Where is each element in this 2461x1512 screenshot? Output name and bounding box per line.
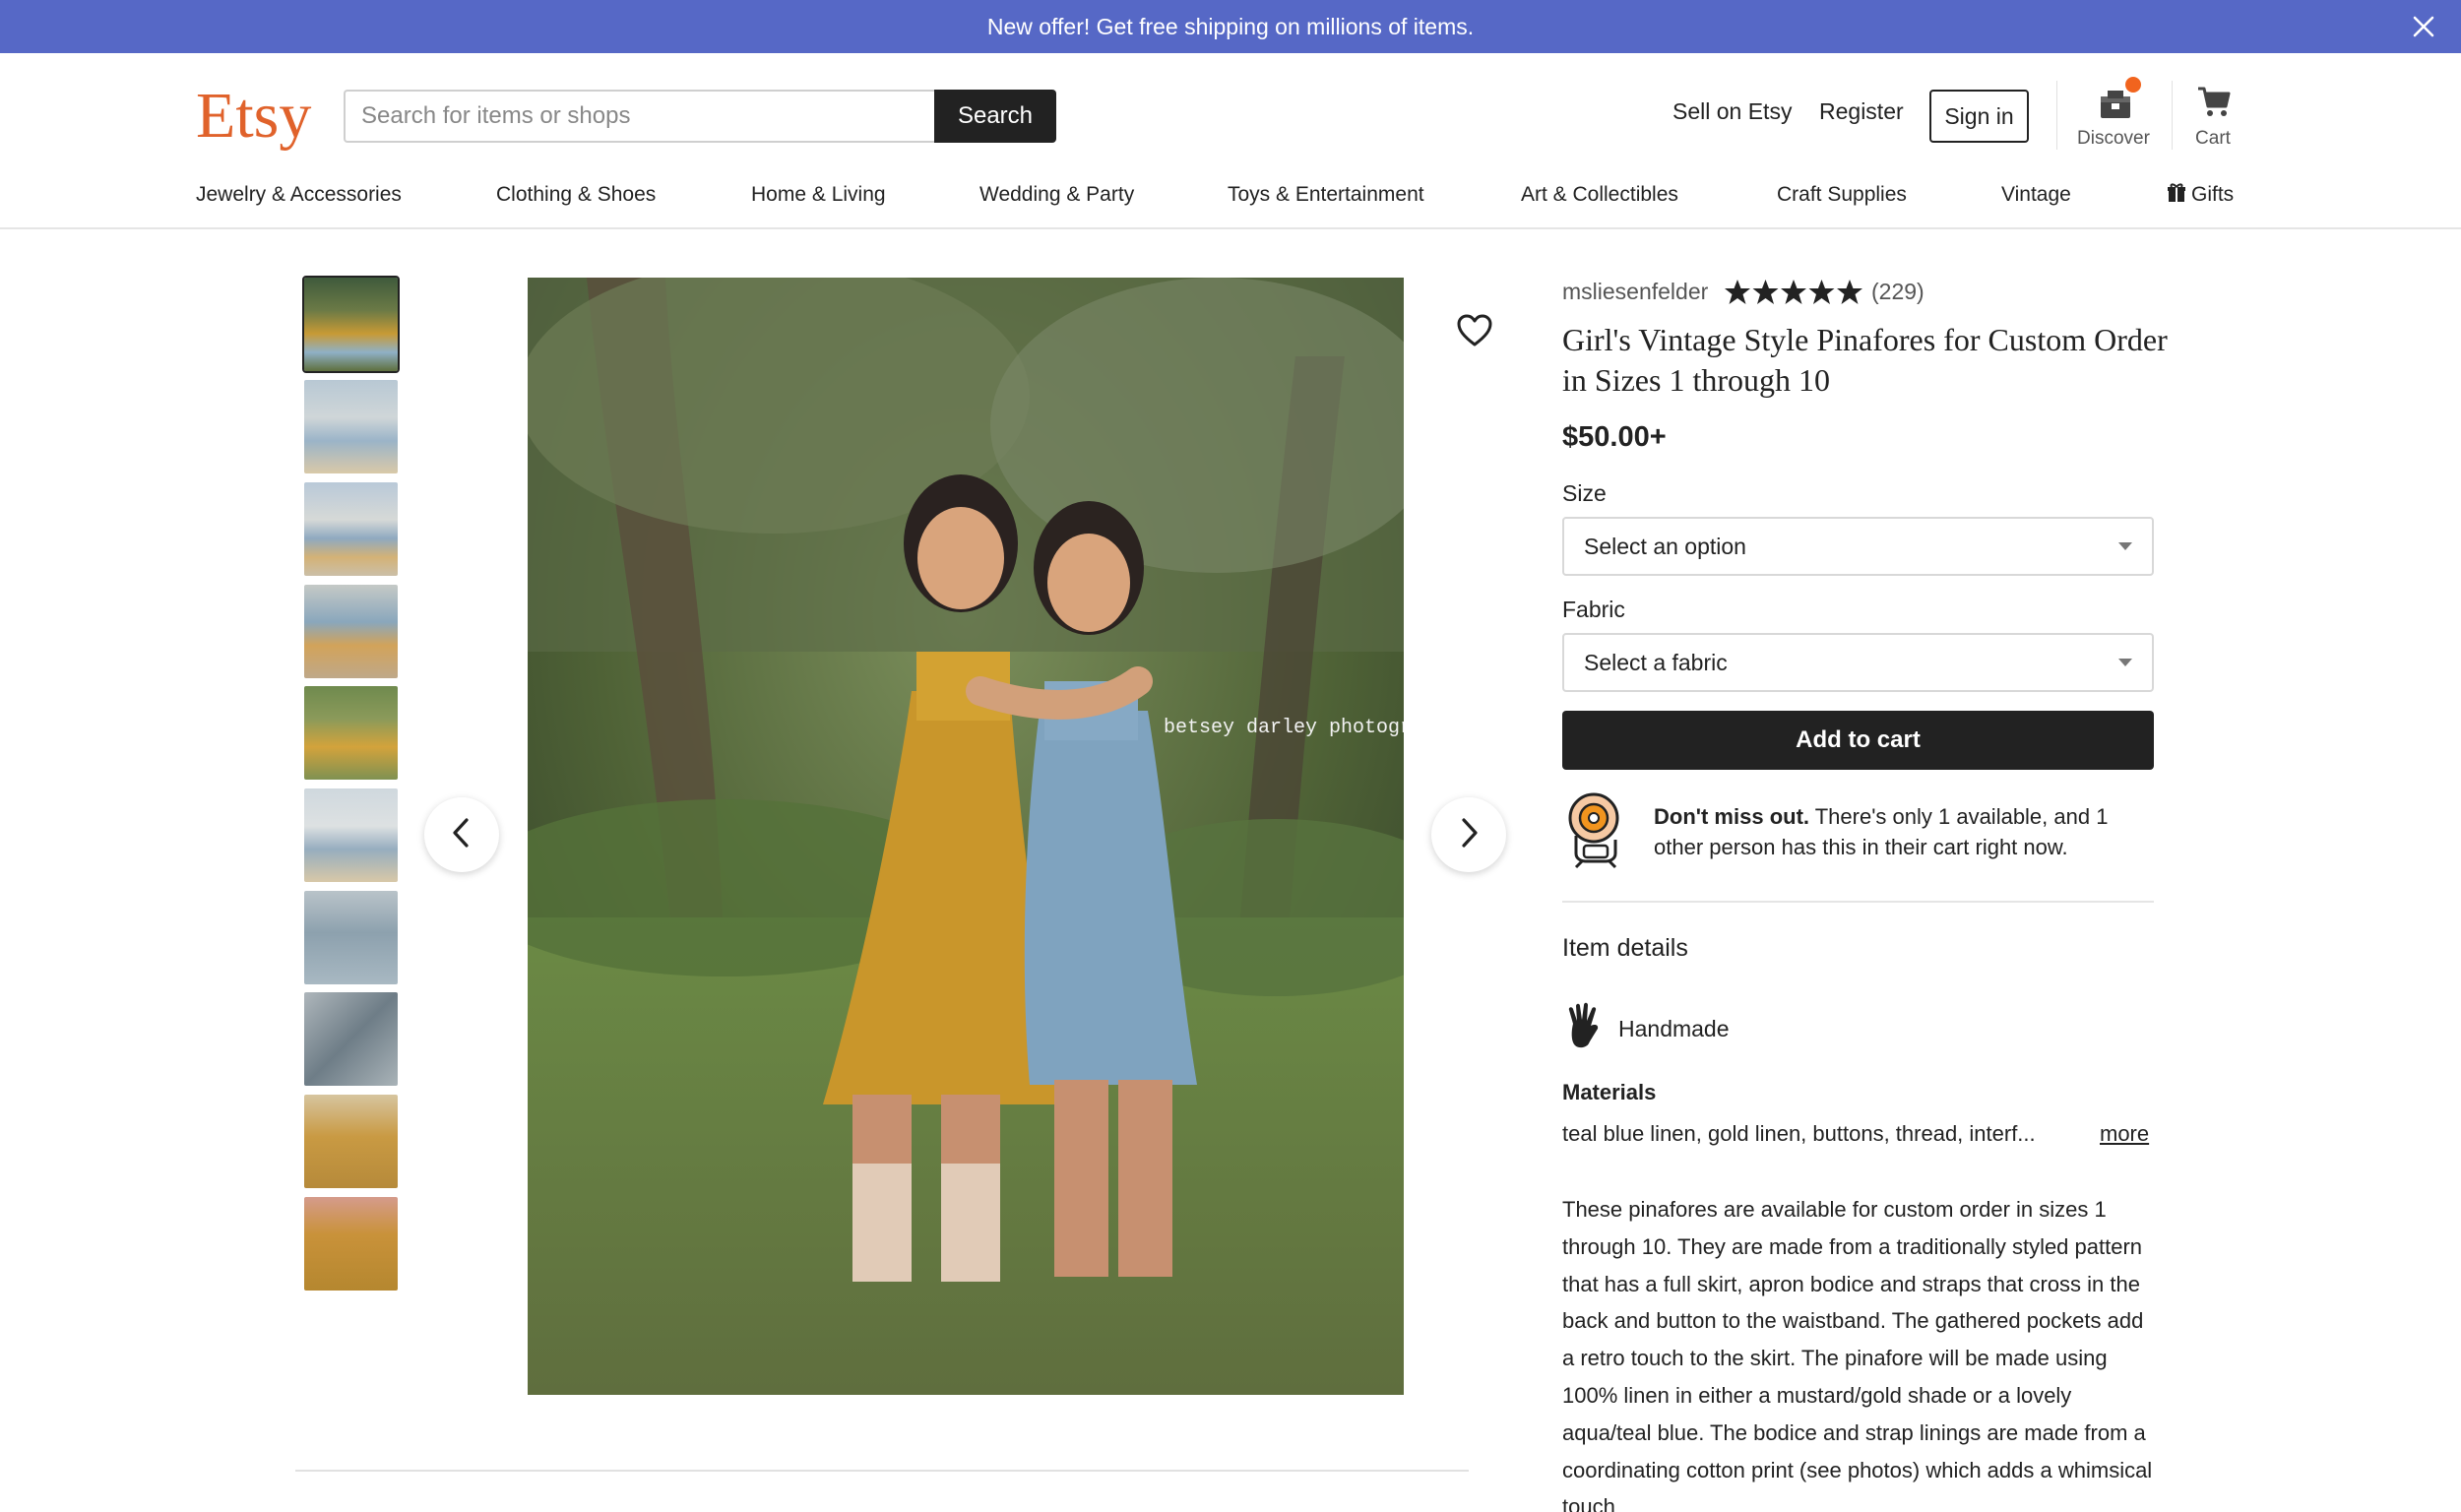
thumbnail-10[interactable] bbox=[304, 1197, 398, 1291]
promo-banner: New offer! Get free shipping on millions… bbox=[0, 0, 2461, 53]
category-vintage[interactable]: Vintage bbox=[2001, 183, 2071, 207]
fabric-select-value: Select a fabric bbox=[1584, 649, 1728, 675]
category-clothing[interactable]: Clothing & Shoes bbox=[496, 183, 656, 207]
search-button[interactable]: Search bbox=[934, 90, 1056, 143]
previous-image-button[interactable] bbox=[424, 797, 499, 872]
category-art[interactable]: Art & Collectibles bbox=[1521, 183, 1678, 207]
review-count-link[interactable]: (229) bbox=[1871, 279, 1925, 305]
next-image-button[interactable] bbox=[1431, 797, 1506, 872]
gift-icon bbox=[2168, 183, 2185, 209]
promo-banner-text: New offer! Get free shipping on millions… bbox=[986, 13, 1475, 39]
materials-list: teal blue linen, gold linen, buttons, th… bbox=[1562, 1121, 2036, 1146]
product-price: $50.00+ bbox=[1562, 421, 1667, 453]
product-description: These pinafores are available for custom… bbox=[1562, 1197, 2153, 1512]
chevron-right-icon bbox=[1455, 815, 1483, 855]
size-select[interactable]: Select an option bbox=[1562, 517, 2154, 576]
search-input[interactable]: Search for items or shops bbox=[344, 90, 935, 143]
scarcity-alert: Don't miss out. There's only 1 available… bbox=[1654, 801, 2156, 862]
fabric-select[interactable]: Select a fabric bbox=[1562, 633, 2154, 692]
thumbnail-7[interactable] bbox=[304, 891, 398, 984]
discover-button[interactable]: Discover bbox=[2064, 77, 2163, 152]
panel-divider bbox=[1562, 901, 2154, 903]
category-divider bbox=[0, 227, 2461, 229]
photo-watermark: betsey darley photograh bbox=[1164, 717, 1404, 739]
caret-down-icon bbox=[2118, 659, 2132, 666]
category-wedding[interactable]: Wedding & Party bbox=[979, 183, 1134, 207]
cart-label: Cart bbox=[2195, 128, 2231, 149]
thumbnail-8[interactable] bbox=[304, 992, 398, 1086]
thumbnail-1[interactable] bbox=[302, 276, 400, 373]
caret-down-icon bbox=[2118, 542, 2132, 550]
category-gifts[interactable]: Gifts bbox=[2168, 183, 2234, 209]
thumbnail-3[interactable] bbox=[304, 482, 398, 576]
etsy-logo[interactable]: Etsy bbox=[196, 77, 311, 156]
thumbnail-6[interactable] bbox=[304, 788, 398, 882]
item-details-heading[interactable]: Item details bbox=[1562, 934, 1688, 963]
category-craft-supplies[interactable]: Craft Supplies bbox=[1777, 183, 1907, 207]
rating-stars bbox=[1724, 278, 1863, 307]
favorite-button[interactable] bbox=[1453, 309, 1496, 352]
register-link[interactable]: Register bbox=[1819, 98, 1904, 125]
category-nav: Jewelry & Accessories Clothing & Shoes H… bbox=[0, 183, 2461, 228]
scarcity-alert-heading: Don't miss out. bbox=[1654, 804, 1810, 829]
heart-icon bbox=[1453, 314, 1496, 356]
materials-more-link[interactable]: more bbox=[2100, 1121, 2149, 1147]
sign-in-button[interactable]: Sign in bbox=[1929, 90, 2029, 143]
size-select-value: Select an option bbox=[1584, 533, 1746, 559]
close-icon[interactable] bbox=[2406, 9, 2441, 44]
notification-badge bbox=[2125, 77, 2141, 93]
thumbnail-9[interactable] bbox=[304, 1095, 398, 1188]
category-toys[interactable]: Toys & Entertainment bbox=[1228, 183, 1424, 207]
gallery-divider bbox=[295, 1470, 1469, 1472]
shop-name-link[interactable]: msliesenfelder bbox=[1562, 279, 1708, 305]
add-to-cart-button[interactable]: Add to cart bbox=[1562, 711, 2154, 770]
thumbnail-2[interactable] bbox=[304, 380, 398, 473]
materials-heading: Materials bbox=[1562, 1080, 1657, 1104]
cart-button[interactable]: Cart bbox=[2164, 83, 2262, 152]
thumbnail-5[interactable] bbox=[304, 686, 398, 780]
cart-icon bbox=[2196, 85, 2232, 123]
category-gifts-label: Gifts bbox=[2191, 183, 2235, 206]
size-label: Size bbox=[1562, 480, 1607, 506]
header-divider bbox=[2056, 81, 2057, 150]
main-product-image bbox=[528, 278, 1404, 1395]
category-home[interactable]: Home & Living bbox=[751, 183, 886, 207]
search-placeholder: Search for items or shops bbox=[361, 102, 631, 129]
discover-label: Discover bbox=[2077, 128, 2150, 149]
chevron-left-icon bbox=[448, 815, 475, 855]
product-title: Girl's Vintage Style Pinafores for Custo… bbox=[1562, 322, 2168, 398]
hand-icon bbox=[1565, 1002, 1603, 1051]
alarm-bell-icon bbox=[1562, 788, 1633, 869]
category-jewelry[interactable]: Jewelry & Accessories bbox=[196, 183, 402, 207]
sell-on-etsy-link[interactable]: Sell on Etsy bbox=[1672, 98, 1792, 125]
handmade-label: Handmade bbox=[1618, 1016, 1730, 1041]
thumbnail-4[interactable] bbox=[304, 585, 398, 678]
fabric-label: Fabric bbox=[1562, 597, 1625, 622]
